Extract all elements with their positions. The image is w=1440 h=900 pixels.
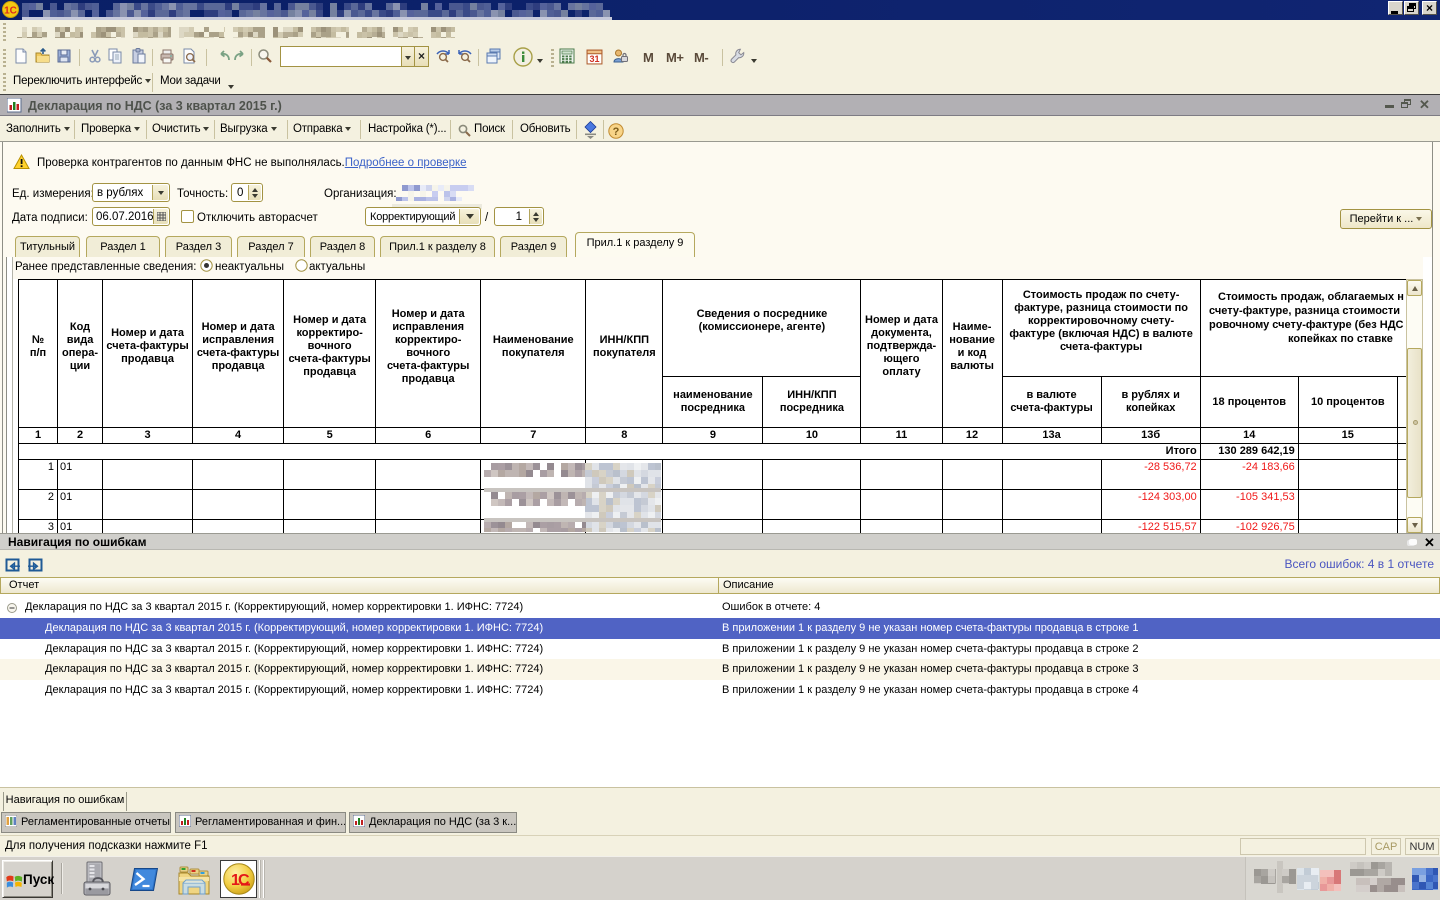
svg-text:?: ? [613,126,620,138]
svg-text:31: 31 [589,54,599,64]
svg-text:С: С [238,872,250,889]
svg-text:1С: 1С [4,6,17,17]
